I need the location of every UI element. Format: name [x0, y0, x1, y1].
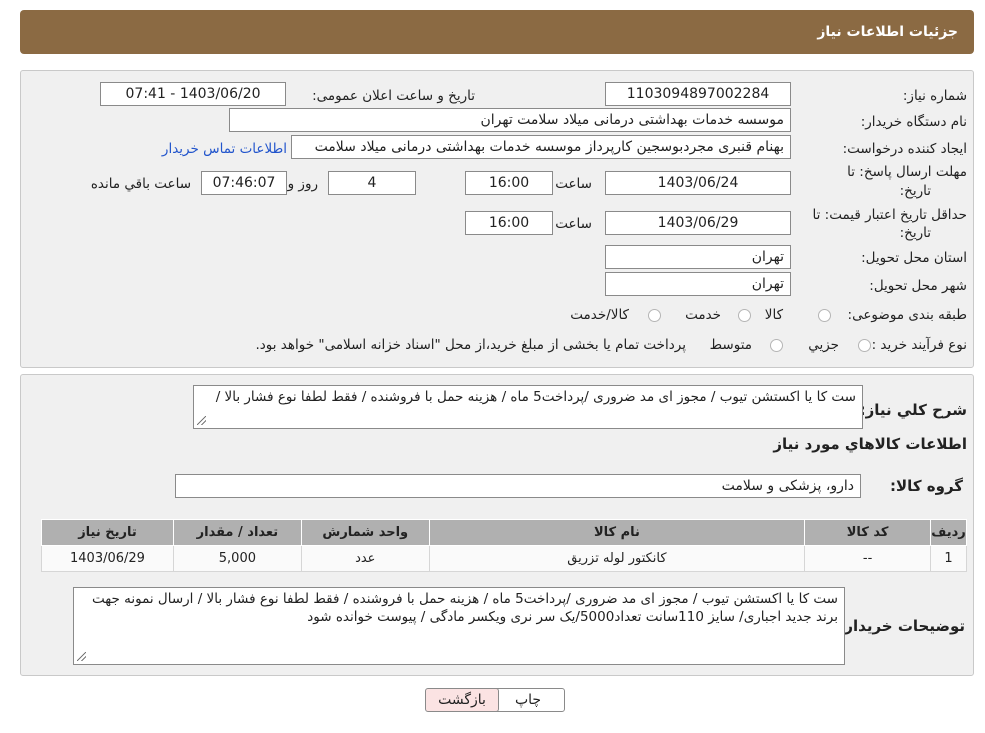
- need-number-field: 1103094897002284: [605, 82, 791, 106]
- city-field: تهران: [605, 272, 791, 296]
- column-header-unit: واحد شمارش: [300, 519, 430, 546]
- cell-row-number: 1: [930, 545, 967, 572]
- resize-grip-icon[interactable]: [77, 652, 86, 661]
- summary-label: شرح کلي نياز:: [859, 401, 967, 419]
- cell-unit: عدد: [300, 545, 430, 572]
- table-row: 1 -- کانکتور لوله تزریق عدد 5,000 1403/0…: [41, 545, 967, 572]
- category-radio-goods-service[interactable]: [648, 309, 661, 322]
- category-radio-service[interactable]: [738, 309, 751, 322]
- need-number-label: شماره نیاز:: [902, 88, 967, 104]
- goods-group-field: دارو، پزشکی و سلامت: [175, 474, 861, 498]
- goods-table-header: رديف کد کالا نام کالا واحد شمارش تعداد /…: [41, 519, 967, 546]
- buyer-notes-textarea[interactable]: ست کا یا اکستشن تیوب / مجوز ای مد ضروری …: [73, 587, 845, 665]
- goods-section-title: اطلاعات کالاهاي مورد نياز: [773, 435, 967, 453]
- column-header-date: تاریخ نیاز: [41, 519, 174, 546]
- category-label: طبقه بندی موضوعی:: [847, 307, 967, 323]
- summary-text: ست کا یا اکستشن تیوب / مجوز ای مد ضروری …: [215, 389, 856, 405]
- details-panel: شماره نیاز: 1103094897002284 تاریخ و ساع…: [20, 70, 974, 368]
- category-option-service: خدمت: [685, 307, 721, 323]
- city-label: شهر محل تحویل:: [869, 278, 967, 294]
- announce-datetime-field: 1403/06/20 - 07:41: [100, 82, 286, 106]
- resize-grip-icon[interactable]: [197, 416, 206, 425]
- reply-time-label: ساعت: [555, 176, 592, 192]
- price-time-field: 16:00: [465, 211, 553, 235]
- days-remaining-field: 4: [328, 171, 416, 195]
- back-button[interactable]: بازگشت: [425, 688, 499, 712]
- creator-field: بهنام قنبری مجردبوسجین کارپرداز موسسه خد…: [291, 135, 791, 159]
- buyer-org-label: نام دستگاه خریدار:: [860, 114, 967, 130]
- buyer-org-field: موسسه خدمات بهداشتی درمانی میلاد سلامت ت…: [229, 108, 791, 132]
- process-radio-minor[interactable]: [858, 339, 871, 352]
- category-option-goods: کالا: [764, 307, 783, 323]
- column-header-quantity: تعداد / مقدار: [172, 519, 302, 546]
- remaining-time-field: 07:46:07: [201, 171, 287, 195]
- column-header-row: رديف: [930, 519, 967, 546]
- remaining-label: ساعت باقي مانده: [90, 176, 191, 192]
- process-label: نوع فرآیند خرید :: [871, 337, 967, 353]
- process-option-medium: متوسط: [709, 337, 752, 353]
- column-header-code: کد کالا: [804, 519, 932, 546]
- reply-deadline-label-2: تاریخ:: [899, 183, 931, 199]
- goods-group-label: گروه کالا:: [890, 477, 963, 495]
- process-note: پرداخت تمام یا بخشی از مبلغ خرید،از محل …: [255, 337, 686, 353]
- page-title: جزئیات اطلاعات نیاز: [817, 24, 958, 40]
- process-option-minor: جزيي: [808, 337, 839, 353]
- page-header: جزئیات اطلاعات نیاز: [20, 10, 974, 54]
- process-radio-medium[interactable]: [770, 339, 783, 352]
- category-option-goods-service: کالا/خدمت: [570, 307, 629, 323]
- days-label: روز و: [287, 176, 318, 192]
- cell-date: 1403/06/29: [41, 545, 174, 572]
- announce-label: تاریخ و ساعت اعلان عمومی:: [312, 88, 475, 104]
- cell-name: کانکتور لوله تزریق: [428, 545, 806, 572]
- creator-label: ایجاد کننده درخواست:: [842, 141, 967, 157]
- reply-time-field: 16:00: [465, 171, 553, 195]
- cell-quantity: 5,000: [172, 545, 302, 572]
- province-label: استان محل تحویل:: [861, 250, 967, 266]
- price-validity-label: حداقل تاریخ اعتبار قیمت: تا: [812, 207, 967, 223]
- reply-deadline-label: مهلت ارسال پاسخ: تا: [847, 164, 967, 180]
- cell-code: --: [804, 545, 932, 572]
- print-button[interactable]: چاپ: [491, 688, 565, 712]
- summary-textarea[interactable]: ست کا یا اکستشن تیوب / مجوز ای مد ضروری …: [193, 385, 863, 429]
- goods-panel: شرح کلي نياز: ست کا یا اکستشن تیوب / مجو…: [20, 374, 974, 676]
- column-header-name: نام کالا: [428, 519, 806, 546]
- buyer-contact-link[interactable]: اطلاعات تماس خریدار: [162, 141, 287, 157]
- price-date-field: 1403/06/29: [605, 211, 791, 235]
- buyer-notes-text: ست کا یا اکستشن تیوب / مجوز ای مد ضروری …: [91, 591, 838, 625]
- province-field: تهران: [605, 245, 791, 269]
- price-time-label: ساعت: [555, 216, 592, 232]
- goods-table: رديف کد کالا نام کالا واحد شمارش تعداد /…: [41, 519, 967, 572]
- price-validity-label-2: تاریخ:: [899, 225, 931, 241]
- reply-date-field: 1403/06/24: [605, 171, 791, 195]
- category-radio-goods[interactable]: [818, 309, 831, 322]
- buyer-notes-label: توضیحات خریدار:: [838, 617, 965, 635]
